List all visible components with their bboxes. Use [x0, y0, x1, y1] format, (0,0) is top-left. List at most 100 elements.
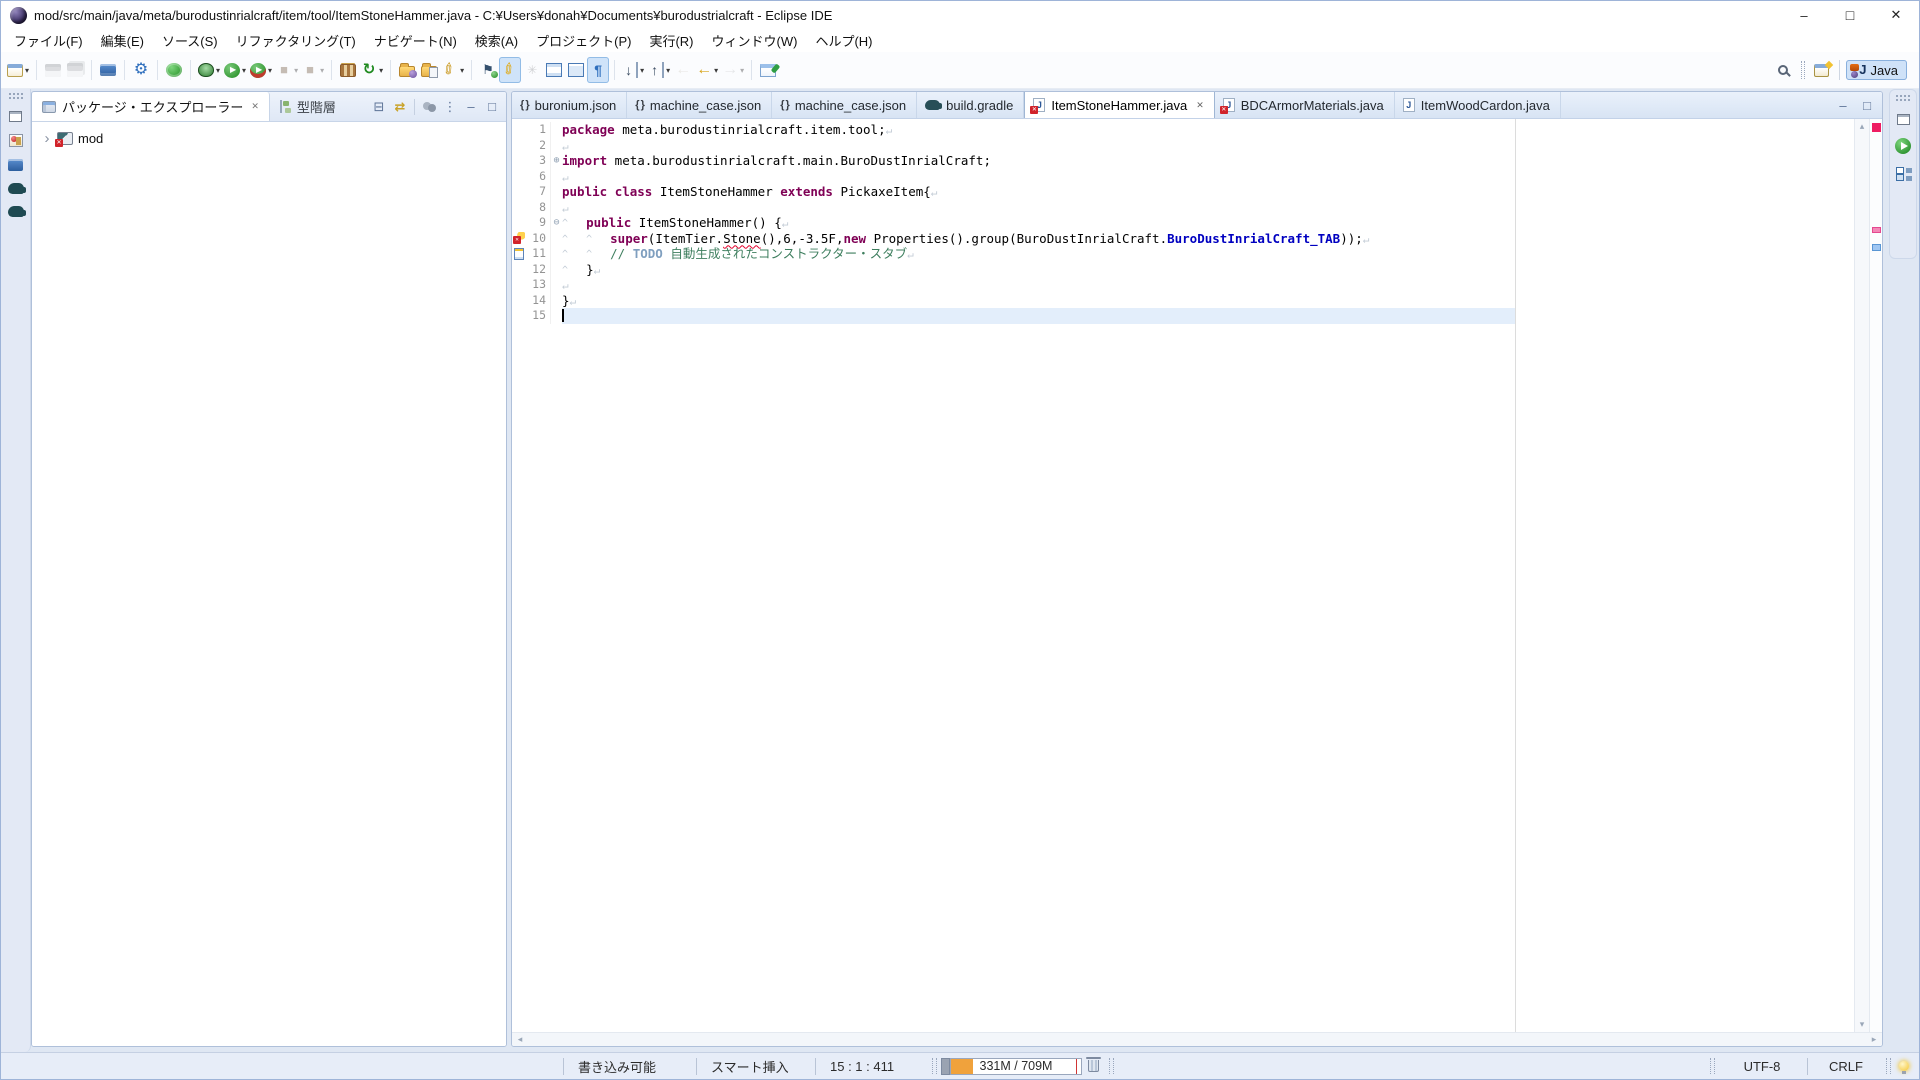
code-line[interactable]: 6↵ [512, 169, 1854, 185]
code-line[interactable]: 13↵ [512, 277, 1854, 293]
dropdown-arrow-icon[interactable]: ▾ [714, 66, 718, 75]
refresh-gradle-button[interactable]: ↻ ▾ [359, 57, 385, 83]
code-line[interactable]: 15 [512, 308, 1854, 324]
dropdown-arrow-icon[interactable]: ▾ [740, 66, 744, 75]
build-settings-button[interactable]: ⚙ [130, 57, 152, 83]
menu-item[interactable]: ファイル(F) [5, 29, 92, 52]
dropdown-arrow-icon[interactable]: ▾ [216, 66, 220, 75]
minimize-button[interactable]: – [1781, 1, 1827, 29]
minimize-view-icon[interactable]: – [464, 99, 478, 114]
search-flashlight-button[interactable]: ✐ ▾ [440, 57, 466, 83]
format-source-button[interactable] [543, 57, 565, 83]
encoding-status[interactable]: UTF-8 [1719, 1059, 1805, 1074]
scrollbar-track[interactable] [528, 1033, 1866, 1046]
gradle-tasks-view-icon[interactable] [8, 183, 24, 194]
fold-marker[interactable]: ⊖ [550, 215, 562, 231]
gradle-executions-view-icon[interactable] [8, 206, 24, 217]
filter-icon[interactable] [422, 102, 436, 112]
dropdown-arrow-icon[interactable]: ▾ [320, 66, 324, 75]
dropdown-arrow-icon[interactable]: ▾ [379, 66, 383, 75]
code-line[interactable]: 10^^super(ItemTier.Stone(),6,-3.5F,new P… [512, 231, 1854, 247]
code-line[interactable]: 12^}↵ [512, 262, 1854, 278]
open-console-button[interactable] [97, 57, 119, 83]
link-with-editor-icon[interactable]: ⇄ [393, 99, 407, 115]
next-annotation-button[interactable]: ↓ ▾ [620, 57, 646, 83]
dropdown-arrow-icon[interactable]: ▾ [640, 66, 644, 75]
code-line[interactable]: 3⊕import meta.burodustinrialcraft.main.B… [512, 153, 1854, 169]
editor-tab[interactable]: J BDCArmorMaterials.java [1215, 92, 1395, 118]
back-button[interactable]: ← ▾ [694, 57, 720, 83]
editor-tab[interactable]: { } machine_case.json [772, 92, 917, 118]
maximize-button[interactable]: □ [1827, 1, 1873, 29]
launch-view-icon[interactable] [1895, 138, 1911, 154]
editor-tab[interactable]: J ItemStoneHammer.java ✕ [1024, 92, 1214, 118]
java-perspective-button[interactable]: J Java [1846, 60, 1907, 80]
run-button[interactable]: ▶ ▾ [222, 57, 248, 83]
code-line[interactable]: 7public class ItemStoneHammer extends Pi… [512, 184, 1854, 200]
dropdown-arrow-icon[interactable]: ▾ [25, 66, 29, 75]
vertical-scrollbar[interactable]: ▴ ▾ [1854, 119, 1869, 1032]
code-editor[interactable]: 1package meta.burodustinrialcraft.item.t… [512, 119, 1854, 1032]
minimized-view-icon[interactable] [9, 134, 23, 147]
restore-views-icon[interactable] [1897, 114, 1910, 125]
open-task-button[interactable]: ⚑ [477, 57, 499, 83]
maximize-editor-icon[interactable]: □ [1860, 98, 1874, 113]
garbage-collect-icon[interactable] [1088, 1060, 1099, 1072]
line-error-marker[interactable] [1872, 227, 1881, 233]
close-view-icon[interactable]: ✕ [251, 101, 259, 112]
tab-package-explorer[interactable]: パッケージ・エクスプローラー ✕ [32, 92, 270, 121]
open-perspective-button[interactable] [1811, 57, 1833, 83]
coverage-button[interactable]: ▶ ▾ [248, 57, 274, 83]
code-line[interactable]: 14}↵ [512, 293, 1854, 309]
error-overview-marker[interactable] [1872, 123, 1881, 132]
last-edit-location-button[interactable]: ← [672, 57, 694, 83]
outline-view-icon[interactable] [1896, 167, 1911, 181]
menu-item[interactable]: 検索(A) [466, 29, 527, 52]
editor-tab[interactable]: J ItemWoodCardon.java [1395, 92, 1561, 118]
error-marker-icon[interactable] [513, 232, 525, 244]
profile-button[interactable]: ■ ▾ [274, 57, 300, 83]
code-line[interactable]: 11^^// TODO 自動生成されたコンストラクター・スタブ↵ [512, 246, 1854, 262]
tab-type-hierarchy[interactable]: 型階層 [270, 92, 346, 121]
editor-tab[interactable]: { } machine_case.json [627, 92, 772, 118]
dropdown-arrow-icon[interactable]: ▾ [294, 66, 298, 75]
view-menu-icon[interactable]: ⋮ [443, 99, 457, 115]
save-button[interactable] [42, 57, 64, 83]
collapse-all-icon[interactable]: ⊟ [372, 99, 386, 115]
horizontal-scrollbar[interactable]: ◂ ▸ [512, 1032, 1882, 1046]
heap-handle[interactable] [941, 1058, 950, 1075]
stop-button[interactable]: ■ ▾ [300, 57, 326, 83]
editor-tab[interactable]: { } buronium.json [512, 92, 627, 118]
code-line[interactable]: 9⊖^public ItemStoneHammer() {↵ [512, 215, 1854, 231]
strip-grip[interactable] [1896, 95, 1910, 101]
strip-grip[interactable] [9, 93, 23, 99]
line-task-marker[interactable] [1872, 244, 1881, 251]
scroll-up-icon[interactable]: ▴ [1855, 121, 1869, 132]
forward-button[interactable]: → ▾ [720, 57, 746, 83]
new-wizard-button[interactable]: ▾ [5, 57, 31, 83]
close-button[interactable]: ✕ [1873, 1, 1919, 29]
mark-occurrences-button[interactable]: ✐ [499, 57, 521, 83]
boot-dashboard-button[interactable] [163, 57, 185, 83]
menu-item[interactable]: リファクタリング(T) [227, 29, 365, 52]
task-marker-icon[interactable] [514, 248, 524, 260]
new-java-project-button[interactable] [337, 57, 359, 83]
external-tools-button[interactable]: ✳ [521, 57, 543, 83]
menu-item[interactable]: ヘルプ(H) [806, 29, 881, 52]
dropdown-arrow-icon[interactable]: ▾ [242, 66, 246, 75]
scroll-left-icon[interactable]: ◂ [512, 1034, 528, 1045]
notification-bulb-icon[interactable] [1899, 1061, 1909, 1071]
scroll-down-icon[interactable]: ▾ [1855, 1019, 1869, 1030]
save-all-button[interactable] [64, 57, 86, 83]
code-line[interactable]: 2↵ [512, 138, 1854, 154]
menu-item[interactable]: プロジェクト(P) [527, 29, 640, 52]
restore-views-icon[interactable] [9, 111, 22, 122]
show-whitespace-button[interactable]: ¶ [587, 57, 609, 83]
menu-item[interactable]: ソース(S) [153, 29, 227, 52]
dropdown-arrow-icon[interactable]: ▾ [268, 66, 272, 75]
code-line[interactable]: 8↵ [512, 200, 1854, 216]
fold-marker[interactable]: ⊕ [550, 153, 562, 169]
close-tab-icon[interactable]: ✕ [1196, 100, 1204, 111]
open-type-button[interactable] [396, 57, 418, 83]
tree-item-mod[interactable]: › mod [36, 128, 502, 149]
